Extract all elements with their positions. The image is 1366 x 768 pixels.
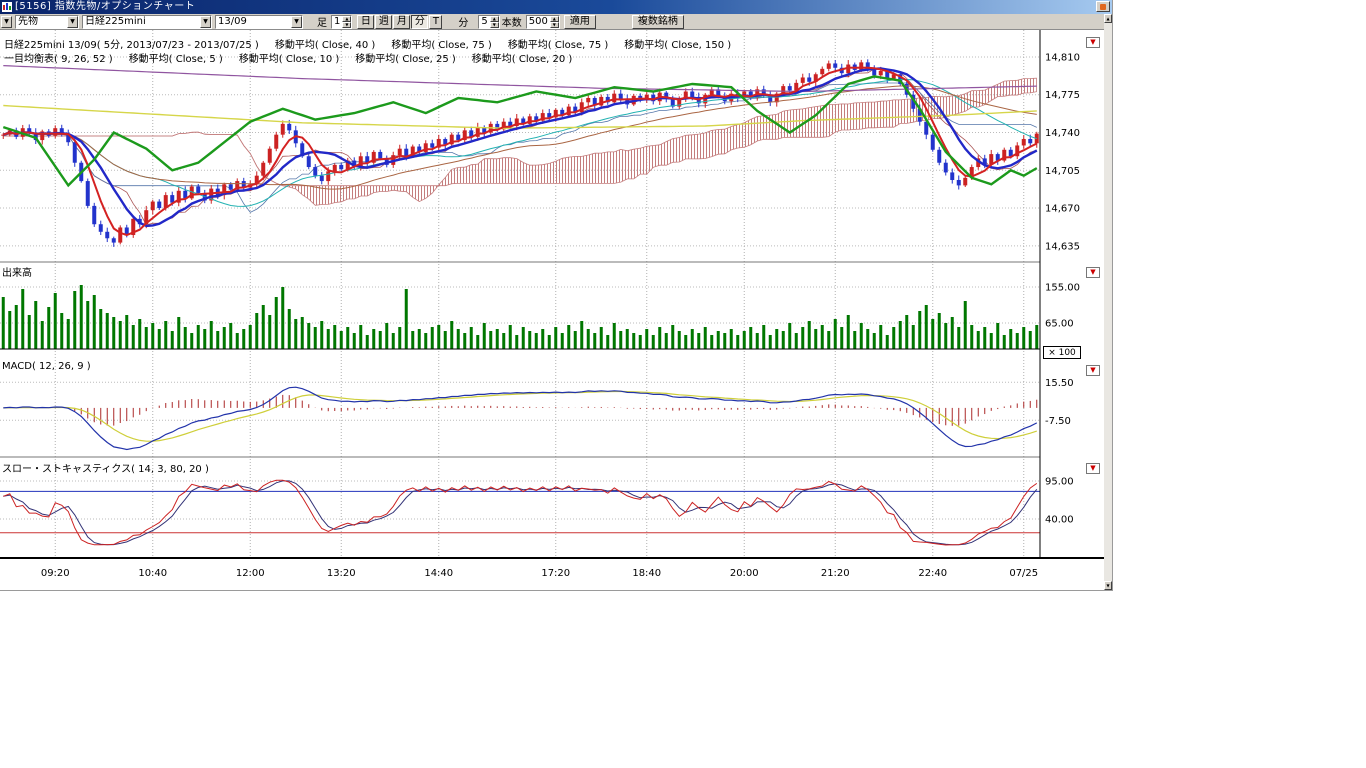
window-title: [5156] 指数先物/オプションチャート [15, 0, 195, 14]
contract-month-select[interactable]: 13/09 ▼ [215, 15, 303, 29]
chevron-down-icon: ▼ [1090, 39, 1095, 46]
spinner-down-icon[interactable]: ▼ [490, 22, 499, 28]
unit-label: 分 [458, 14, 468, 29]
interval-spinner[interactable]: 1 ▲▼ [331, 15, 352, 29]
svg-text:40.00: 40.00 [1045, 514, 1074, 525]
price-axis-menu-button[interactable]: ▼ [1086, 37, 1100, 48]
svg-text:14,705: 14,705 [1045, 166, 1080, 177]
scroll-down-button[interactable]: ▼ [1104, 581, 1112, 590]
multi-symbol-button[interactable]: 複数銘柄 [632, 15, 684, 29]
period-tick-button[interactable]: T [429, 15, 442, 29]
period-week-button[interactable]: 週 [375, 15, 392, 29]
svg-text:95.00: 95.00 [1045, 476, 1074, 487]
market-select-value: 先物 [16, 16, 67, 28]
window-badge-icon [1100, 4, 1106, 10]
app-window: [5156] 指数先物/オプションチャート ▼ 先物 ▼ 日経225mini ▼… [0, 0, 1113, 591]
svg-text:07/25: 07/25 [1009, 568, 1038, 579]
svg-text:10:40: 10:40 [138, 568, 167, 579]
toolbar-overflow-button[interactable]: ▼ [1, 16, 12, 28]
chevron-down-icon: ▼ [1090, 465, 1095, 472]
chevron-down-icon: ▼ [1090, 269, 1095, 276]
svg-text:14,810: 14,810 [1045, 52, 1080, 63]
period-day-button[interactable]: 日 [357, 15, 374, 29]
volume-axis-menu-button[interactable]: ▼ [1086, 267, 1100, 278]
svg-text:-7.50: -7.50 [1045, 416, 1071, 427]
svg-text:14,775: 14,775 [1045, 90, 1080, 101]
chevron-down-icon[interactable]: ▼ [200, 16, 211, 28]
interval-value: 1 [332, 16, 342, 28]
svg-text:20:00: 20:00 [730, 568, 759, 579]
spinner-down-icon[interactable]: ▼ [342, 22, 351, 28]
svg-text:15.50: 15.50 [1045, 378, 1074, 389]
chevron-down-icon[interactable]: ▼ [291, 16, 302, 28]
period-minute-button[interactable]: 分 [411, 15, 428, 29]
spinner-down-icon[interactable]: ▼ [550, 22, 559, 28]
svg-text:18:40: 18:40 [632, 568, 661, 579]
svg-text:09:20: 09:20 [41, 568, 70, 579]
count-label: 本数 [502, 14, 522, 29]
titlebar-button[interactable] [1096, 1, 1110, 12]
chevron-down-icon: ▼ [294, 19, 299, 25]
symbol-select-value: 日経225mini [83, 16, 200, 28]
contract-month-value: 13/09 [216, 16, 291, 28]
svg-text:14,670: 14,670 [1045, 204, 1080, 215]
svg-text:155.00: 155.00 [1045, 283, 1080, 294]
svg-text:14:40: 14:40 [424, 568, 453, 579]
chevron-down-icon: ▼ [70, 19, 75, 25]
count-value: 5 [479, 16, 489, 28]
chevron-down-icon: ▼ [4, 19, 9, 25]
vertical-scrollbar[interactable]: ▲ ▼ [1104, 14, 1112, 590]
volume-multiplier-badge: × 100 [1043, 346, 1081, 359]
count-spinner[interactable]: 5 ▲▼ [478, 15, 499, 29]
app-icon [2, 2, 12, 12]
svg-text:22:40: 22:40 [918, 568, 947, 579]
apply-button[interactable]: 適用 [564, 15, 596, 29]
chevron-down-icon: ▼ [203, 19, 208, 25]
svg-text:21:20: 21:20 [821, 568, 850, 579]
chart-canvas[interactable]: 14,810 14,775 14,740 14,705 14,670 14,635 155.… [0, 30, 1104, 591]
bars-spinner[interactable]: 500 ▲▼ [526, 15, 560, 29]
svg-text:65.00: 65.00 [1045, 319, 1074, 330]
toolbar: ▼ 先物 ▼ 日経225mini ▼ 13/09 ▼ 足 1 ▲▼ 日 週 月 … [0, 14, 1104, 30]
titlebar[interactable]: [5156] 指数先物/オプションチャート [0, 0, 1112, 14]
chevron-down-icon: ▼ [1090, 367, 1095, 374]
svg-text:17:20: 17:20 [541, 568, 570, 579]
symbol-select[interactable]: 日経225mini ▼ [82, 15, 212, 29]
interval-label: 足 [317, 14, 327, 29]
market-select[interactable]: 先物 ▼ [15, 15, 79, 29]
svg-text:14,635: 14,635 [1045, 241, 1080, 252]
svg-text:12:00: 12:00 [236, 568, 265, 579]
scroll-up-button[interactable]: ▲ [1104, 14, 1112, 23]
bars-value: 500 [527, 16, 550, 28]
macd-axis-menu-button[interactable]: ▼ [1086, 365, 1100, 376]
svg-text:14,740: 14,740 [1045, 128, 1080, 139]
svg-text:13:20: 13:20 [327, 568, 356, 579]
period-month-button[interactable]: 月 [393, 15, 410, 29]
stoch-axis-menu-button[interactable]: ▼ [1086, 463, 1100, 474]
chevron-down-icon[interactable]: ▼ [67, 16, 78, 28]
